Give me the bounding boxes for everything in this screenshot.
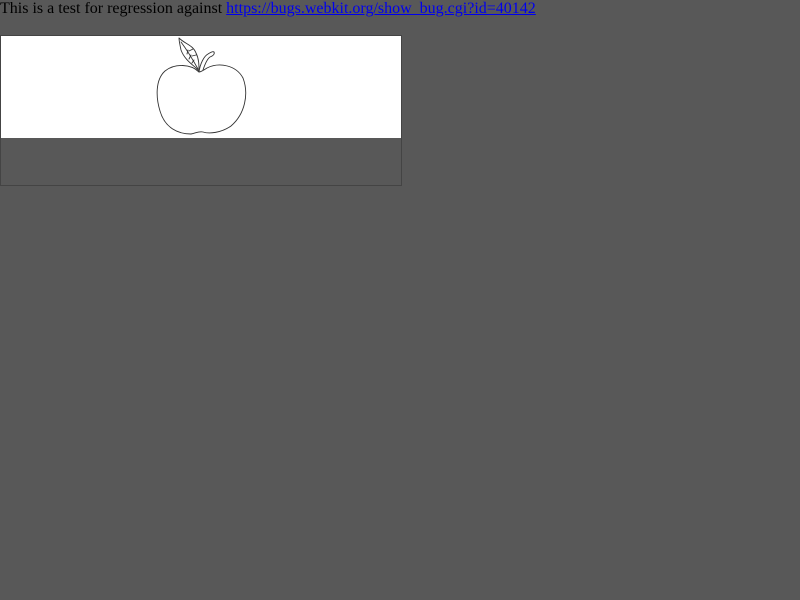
apple-outline-icon (156, 37, 247, 135)
test-frame (0, 35, 402, 186)
intro-line: This is a test for regression against ht… (0, 0, 536, 18)
bug-link[interactable]: https://bugs.webkit.org/show_bug.cgi?id=… (226, 0, 536, 17)
frame-canvas (1, 36, 401, 138)
intro-text: This is a test for regression against (0, 0, 227, 17)
